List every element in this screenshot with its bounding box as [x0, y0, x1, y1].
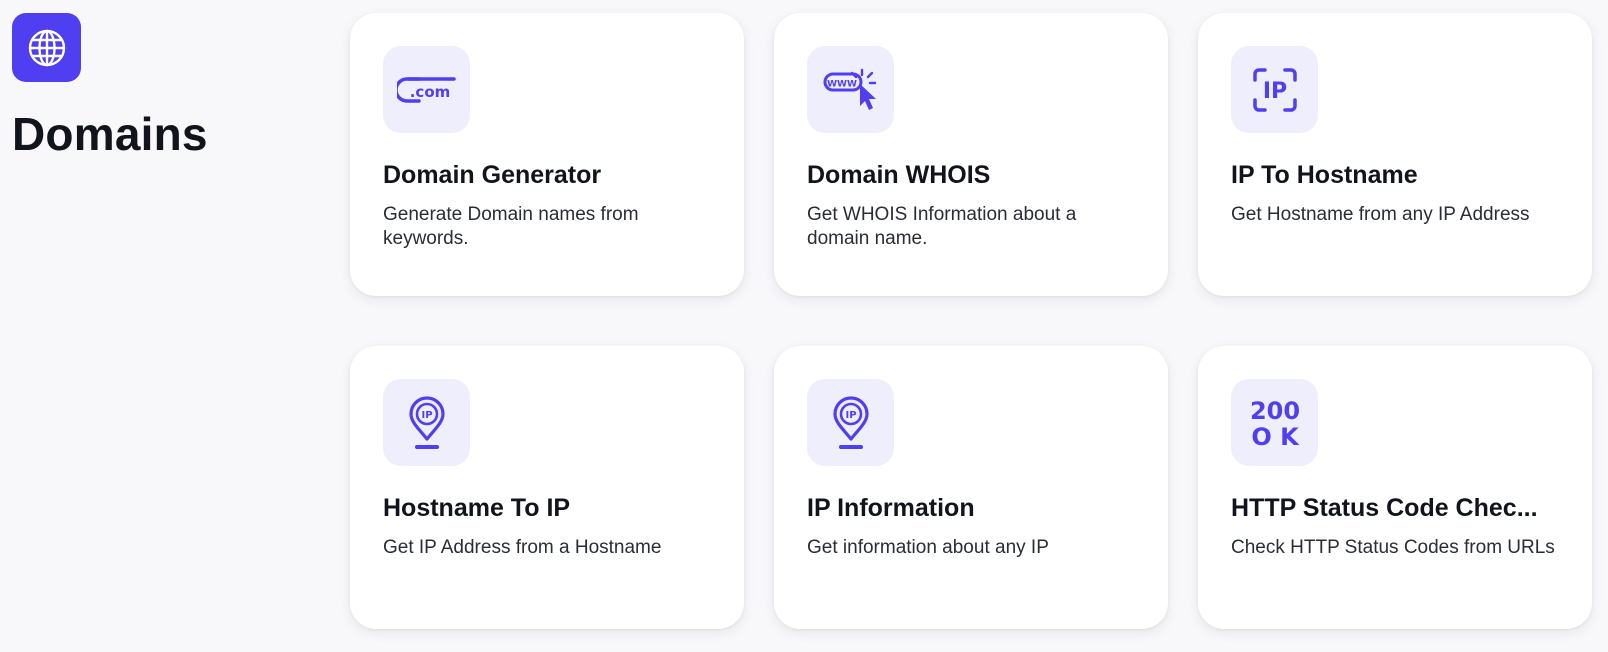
svg-text:IP: IP — [421, 410, 432, 421]
svg-text:.com: .com — [409, 83, 450, 101]
tool-description: Generate Domain names from keywords. — [383, 204, 639, 249]
tool-title: IP Information — [807, 494, 975, 522]
tools-grid: .com Domain Generator Generate Domain na… — [350, 13, 1592, 629]
svg-text:IP: IP — [1262, 79, 1286, 104]
ip-location-pin-icon: IP — [383, 379, 470, 466]
ip-location-pin-icon: IP — [807, 379, 894, 466]
tool-title: Hostname To IP — [383, 494, 571, 522]
http-200-ok-icon: 200 O K — [1231, 379, 1318, 466]
tool-description: Check HTTP Status Codes from URLs — [1231, 537, 1555, 558]
svg-text:IP: IP — [845, 410, 856, 421]
dot-com-icon: .com — [383, 46, 470, 133]
tool-card-http-status-code-checker[interactable]: 200 O K HTTP Status Code Chec... Check H… — [1198, 346, 1592, 629]
svg-text:WWW: WWW — [827, 79, 857, 89]
globe-icon — [28, 29, 65, 66]
tool-card-hostname-to-ip[interactable]: IP Hostname To IP Get IP Address from a … — [350, 346, 744, 629]
tool-card-ip-to-hostname[interactable]: IP IP To Hostname Get Hostname from any … — [1198, 13, 1592, 296]
tool-title: Domain Generator — [383, 161, 602, 189]
ip-scan-icon: IP — [1231, 46, 1318, 133]
tool-description: Get IP Address from a Hostname — [383, 537, 662, 558]
tool-card-ip-information[interactable]: IP IP Information Get information about … — [774, 346, 1168, 629]
tool-card-domain-whois[interactable]: WWW Domain WHOIS Get WHOIS Information a… — [774, 13, 1168, 296]
page-title: Domains — [12, 108, 208, 160]
tool-description: Get information about any IP — [807, 537, 1049, 558]
category-globe-icon — [12, 13, 81, 82]
tool-title: Domain WHOIS — [807, 161, 991, 189]
svg-text:O K: O K — [1251, 423, 1300, 449]
tool-description: Get WHOIS Information about a domain nam… — [807, 204, 1077, 249]
tool-title: HTTP Status Code Chec... — [1231, 494, 1538, 522]
svg-text:200: 200 — [1249, 397, 1299, 425]
tool-title: IP To Hostname — [1231, 161, 1418, 189]
tool-description: Get Hostname from any IP Address — [1231, 204, 1530, 225]
www-click-icon: WWW — [807, 46, 894, 133]
tool-card-domain-generator[interactable]: .com Domain Generator Generate Domain na… — [350, 13, 744, 296]
